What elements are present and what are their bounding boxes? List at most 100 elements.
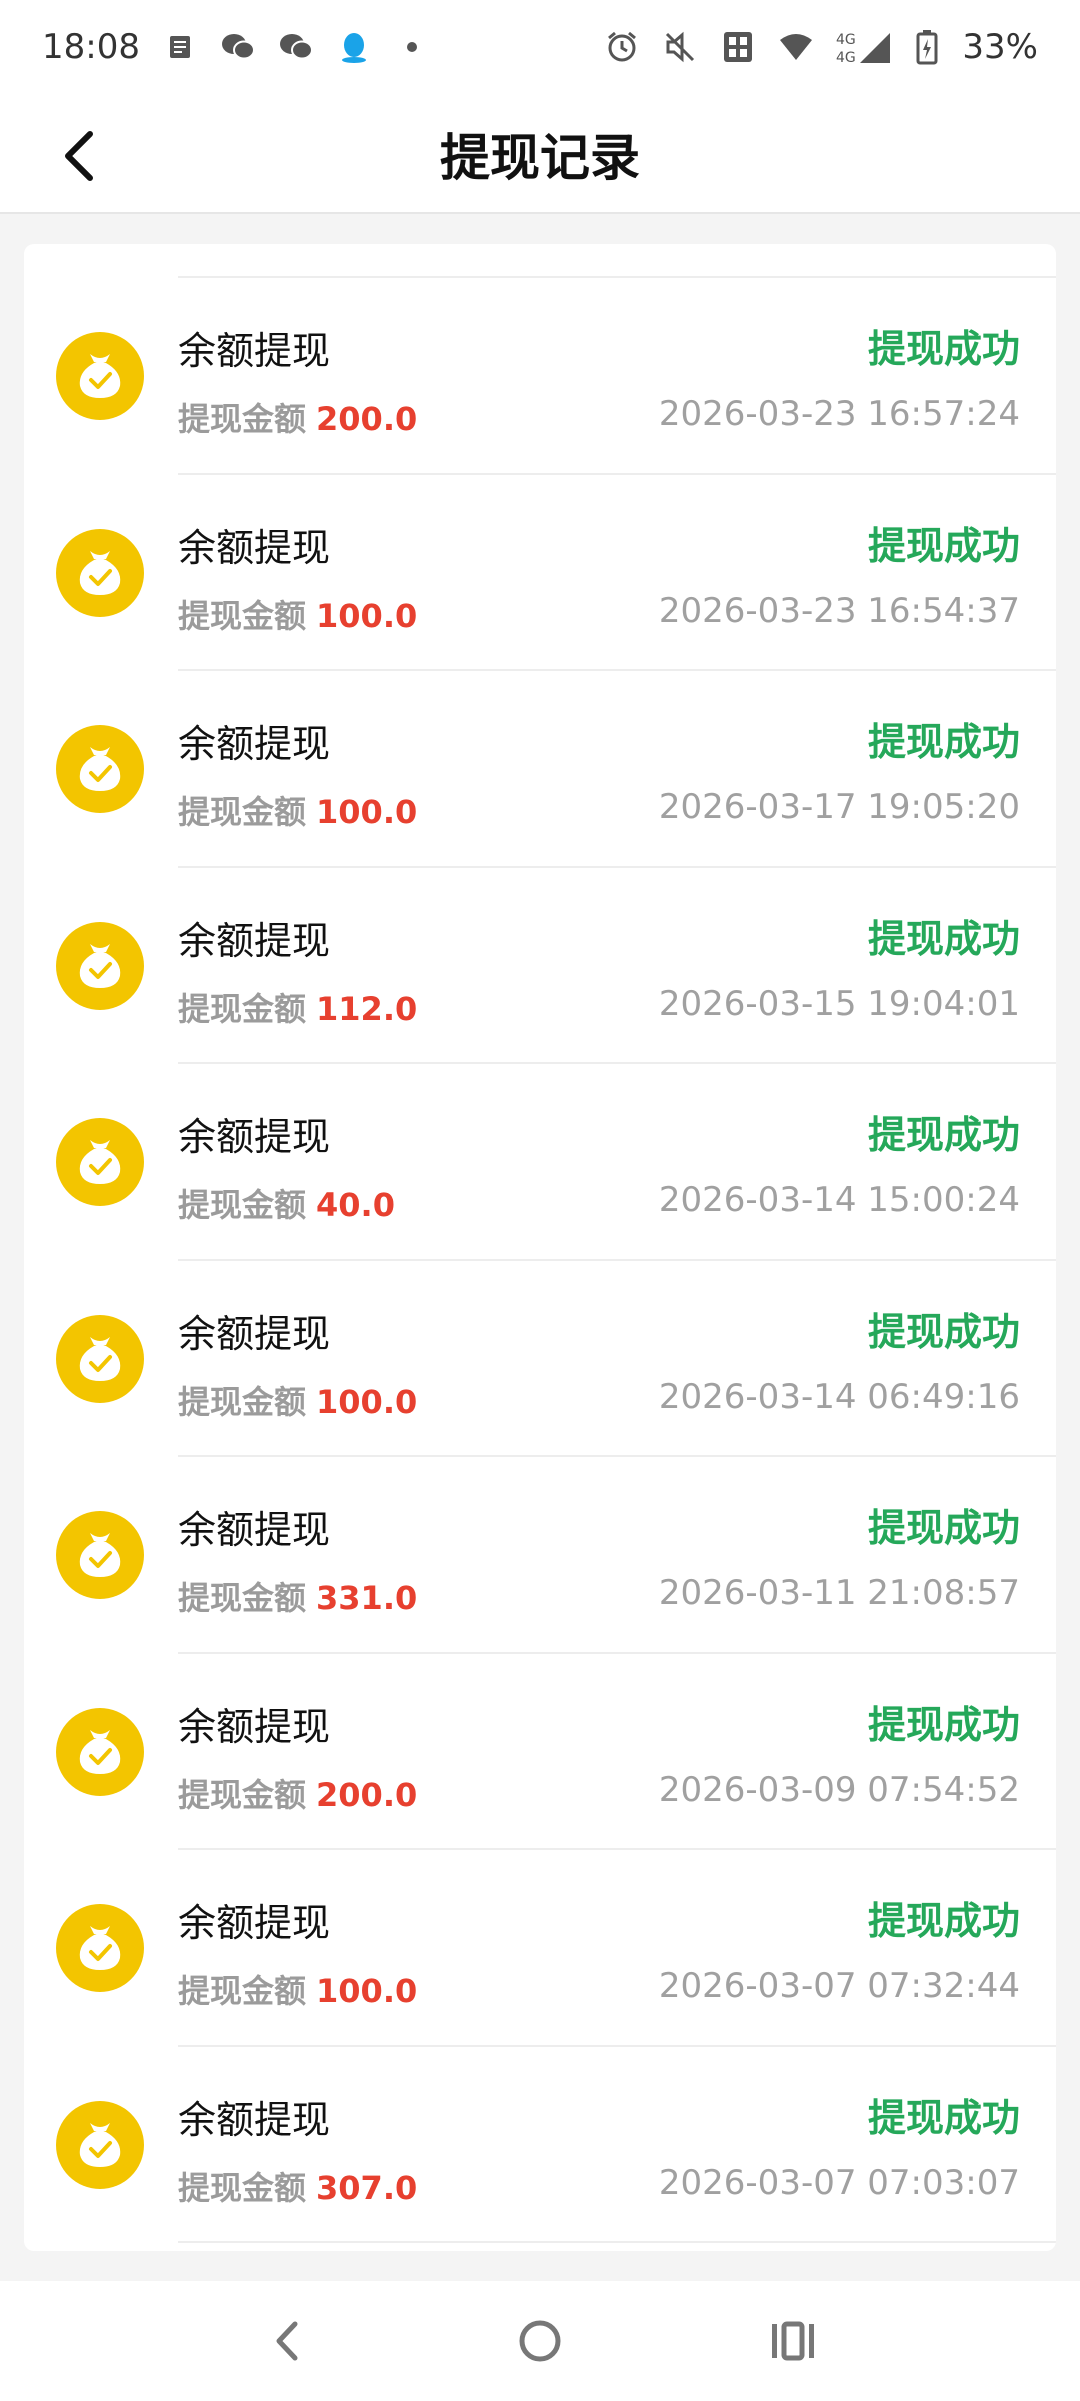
record-amount: 100.0 — [316, 793, 418, 831]
money-bag-icon — [56, 528, 144, 617]
money-bag-icon — [56, 1118, 144, 1206]
record-amount-label: 提现金额 — [178, 989, 307, 1028]
list-item[interactable]: 余额提现提现金额 100.0 提现成功 2026-03-14 06:49:16 — [24, 1261, 1056, 1458]
record-amount: 200.0 — [316, 400, 418, 438]
record-time: 2026-03-17 19:05:20 — [658, 787, 1020, 827]
record-status: 提现成功 — [867, 1113, 1020, 1157]
wechat-icon — [278, 29, 314, 65]
record-amount: 331.0 — [316, 1579, 418, 1617]
list-item[interactable]: 余额提现提现金额 331.0 提现成功 2026-03-11 21:08:57 — [24, 1457, 1056, 1654]
battery-icon — [914, 29, 940, 65]
record-amount-label: 提现金额 — [178, 1186, 307, 1224]
money-bag-icon — [56, 1511, 144, 1599]
record-time: 2026-03-23 16:57:24 — [658, 394, 1020, 434]
svg-text:4G: 4G — [836, 32, 856, 48]
list-item[interactable]: 余额提现提现金额 200.0 提现成功 2026-03-23 16:57:24 — [24, 278, 1056, 475]
record-status: 提现成功 — [867, 1899, 1020, 1943]
record-time: 2026-03-07 07:03:07 — [658, 2162, 1020, 2203]
record-status: 提现成功 — [867, 523, 1020, 568]
list-item[interactable]: 余额提现提现金额 40.0 提现成功 2026-03-14 15:00:24 — [24, 1064, 1056, 1261]
record-amount: 40.0 — [316, 1186, 395, 1224]
record-amount-line: 提现金额 200.0 — [178, 1770, 417, 1816]
status-bar-left: 18:08 — [42, 27, 430, 67]
list-item[interactable]: 余额提现提现金额 100.0 提现成功 2026-03-23 16:54:37 — [24, 475, 1056, 672]
record-amount-line: 提现金额 112.0 — [178, 984, 417, 1030]
list-item[interactable]: 余额提现 提现金额 112.0 提现成功 2026-03-15 19:04:01 — [24, 868, 1056, 1065]
nav-back-button[interactable] — [242, 2296, 332, 2386]
money-bag-icon — [56, 2100, 144, 2189]
money-bag-icon — [56, 1707, 144, 1796]
record-amount-line: 提现金额 307.0 — [178, 2163, 417, 2209]
record-time: 2026-03-14 15:00:24 — [658, 1180, 1020, 1220]
record-amount-line: 提现金额 331.0 — [178, 1573, 417, 1619]
record-title: 余额提现 — [178, 1115, 331, 1159]
record-amount-line: 提现金额 200.0 — [178, 394, 417, 440]
record-amount-line: 提现金额 100.0 — [178, 787, 417, 833]
svg-text:4G: 4G — [836, 50, 856, 65]
system-nav-bar — [0, 2281, 1080, 2401]
record-title: 余额提现 — [178, 329, 331, 373]
record-status: 提现成功 — [867, 916, 1020, 961]
nav-recents-icon — [772, 2321, 815, 2361]
record-status: 提现成功 — [867, 1309, 1020, 1354]
withdraw-record-list[interactable]: 余额提现 提现金额 200.0 提现成功 2026-03-23 16:57:24 余额提现… — [24, 244, 1056, 2251]
nav-home-button[interactable] — [495, 2296, 585, 2386]
record-amount-label: 提现金额 — [178, 1972, 307, 2010]
record-time: 2026-03-11 21:08:57 — [658, 1573, 1020, 1613]
record-amount-line: 提现金额 100.0 — [178, 1377, 417, 1423]
nav-home-icon — [519, 2320, 561, 2362]
page-title: 提现记录 — [440, 129, 640, 187]
list-item[interactable]: 余额提现提现金额 100.0 提现成功 2026-03-07 07:32:44 — [24, 1850, 1056, 2047]
record-title: 余额提现 — [178, 1508, 331, 1552]
app-root: 18:08 4G 4G 33% 提现记录 余额提现 提现金额 200.0 提现成… — [0, 0, 1080, 2401]
qq-icon — [336, 29, 372, 65]
back-button[interactable] — [40, 116, 120, 196]
money-bag-icon — [56, 921, 144, 1010]
money-bag-icon — [56, 1314, 144, 1403]
record-title: 余额提现 — [178, 1704, 331, 1749]
record-title: 余额提现 — [178, 2097, 331, 2142]
mute-icon — [662, 29, 698, 65]
dot-icon — [394, 29, 430, 65]
nav-recents-button[interactable] — [748, 2296, 838, 2386]
record-amount-label: 提现金额 — [178, 400, 307, 438]
record-amount: 112.0 — [316, 989, 418, 1028]
status-bar: 18:08 4G 4G 33% — [0, 0, 1080, 94]
record-status: 提现成功 — [867, 2095, 1020, 2140]
list-item[interactable]: 余额提现 提现金额 200.0 提现成功 2026-03-09 07:54:52 — [24, 1654, 1056, 1851]
record-amount: 100.0 — [316, 1972, 418, 2010]
record-status: 提现成功 — [867, 1506, 1020, 1550]
record-amount: 100.0 — [316, 596, 418, 635]
record-time: 2026-03-09 07:54:52 — [658, 1769, 1020, 1810]
list-item[interactable]: 余额提现提现金额 307.0 提现成功 2026-03-07 07:03:07 — [24, 2047, 1056, 2244]
record-amount-label: 提现金额 — [178, 1775, 307, 1814]
record-time: 2026-03-07 07:32:44 — [658, 1966, 1020, 2006]
record-time: 2026-03-14 06:49:16 — [658, 1376, 1020, 1417]
record-amount-label: 提现金额 — [178, 1382, 307, 1421]
record-title: 余额提现 — [178, 722, 331, 766]
record-title: 余额提现 — [178, 1901, 331, 1945]
record-list: 余额提现 提现金额 200.0 提现成功 2026-03-23 16:57:24 余额提现… — [24, 278, 1056, 2243]
signal-4g-icon: 4G 4G — [836, 29, 892, 65]
record-title: 余额提现 — [178, 525, 331, 570]
wifi-icon — [778, 29, 814, 65]
nav-back-icon — [276, 2321, 298, 2361]
record-amount-label: 提现金额 — [178, 1579, 307, 1617]
wechat-icon — [220, 29, 256, 65]
money-bag-icon — [56, 1904, 144, 1992]
record-title: 余额提现 — [178, 1311, 331, 1356]
record-amount-label: 提现金额 — [178, 793, 307, 831]
record-amount-label: 提现金额 — [178, 2168, 307, 2207]
record-amount-line: 提现金额 100.0 — [178, 591, 417, 637]
battery-percent: 33% — [962, 27, 1038, 67]
list-item[interactable]: 余额提现提现金额 100.0 提现成功 2026-03-17 19:05:20 — [24, 671, 1056, 868]
record-amount: 307.0 — [316, 2168, 418, 2207]
money-bag-icon — [56, 332, 144, 420]
record-time: 2026-03-23 16:54:37 — [658, 590, 1020, 631]
record-amount-label: 提现金额 — [178, 596, 307, 635]
record-amount: 100.0 — [316, 1382, 418, 1421]
record-status: 提现成功 — [867, 327, 1020, 371]
record-time: 2026-03-15 19:04:01 — [658, 983, 1020, 1024]
record-status: 提现成功 — [867, 720, 1020, 764]
chevron-left-icon — [65, 131, 93, 181]
